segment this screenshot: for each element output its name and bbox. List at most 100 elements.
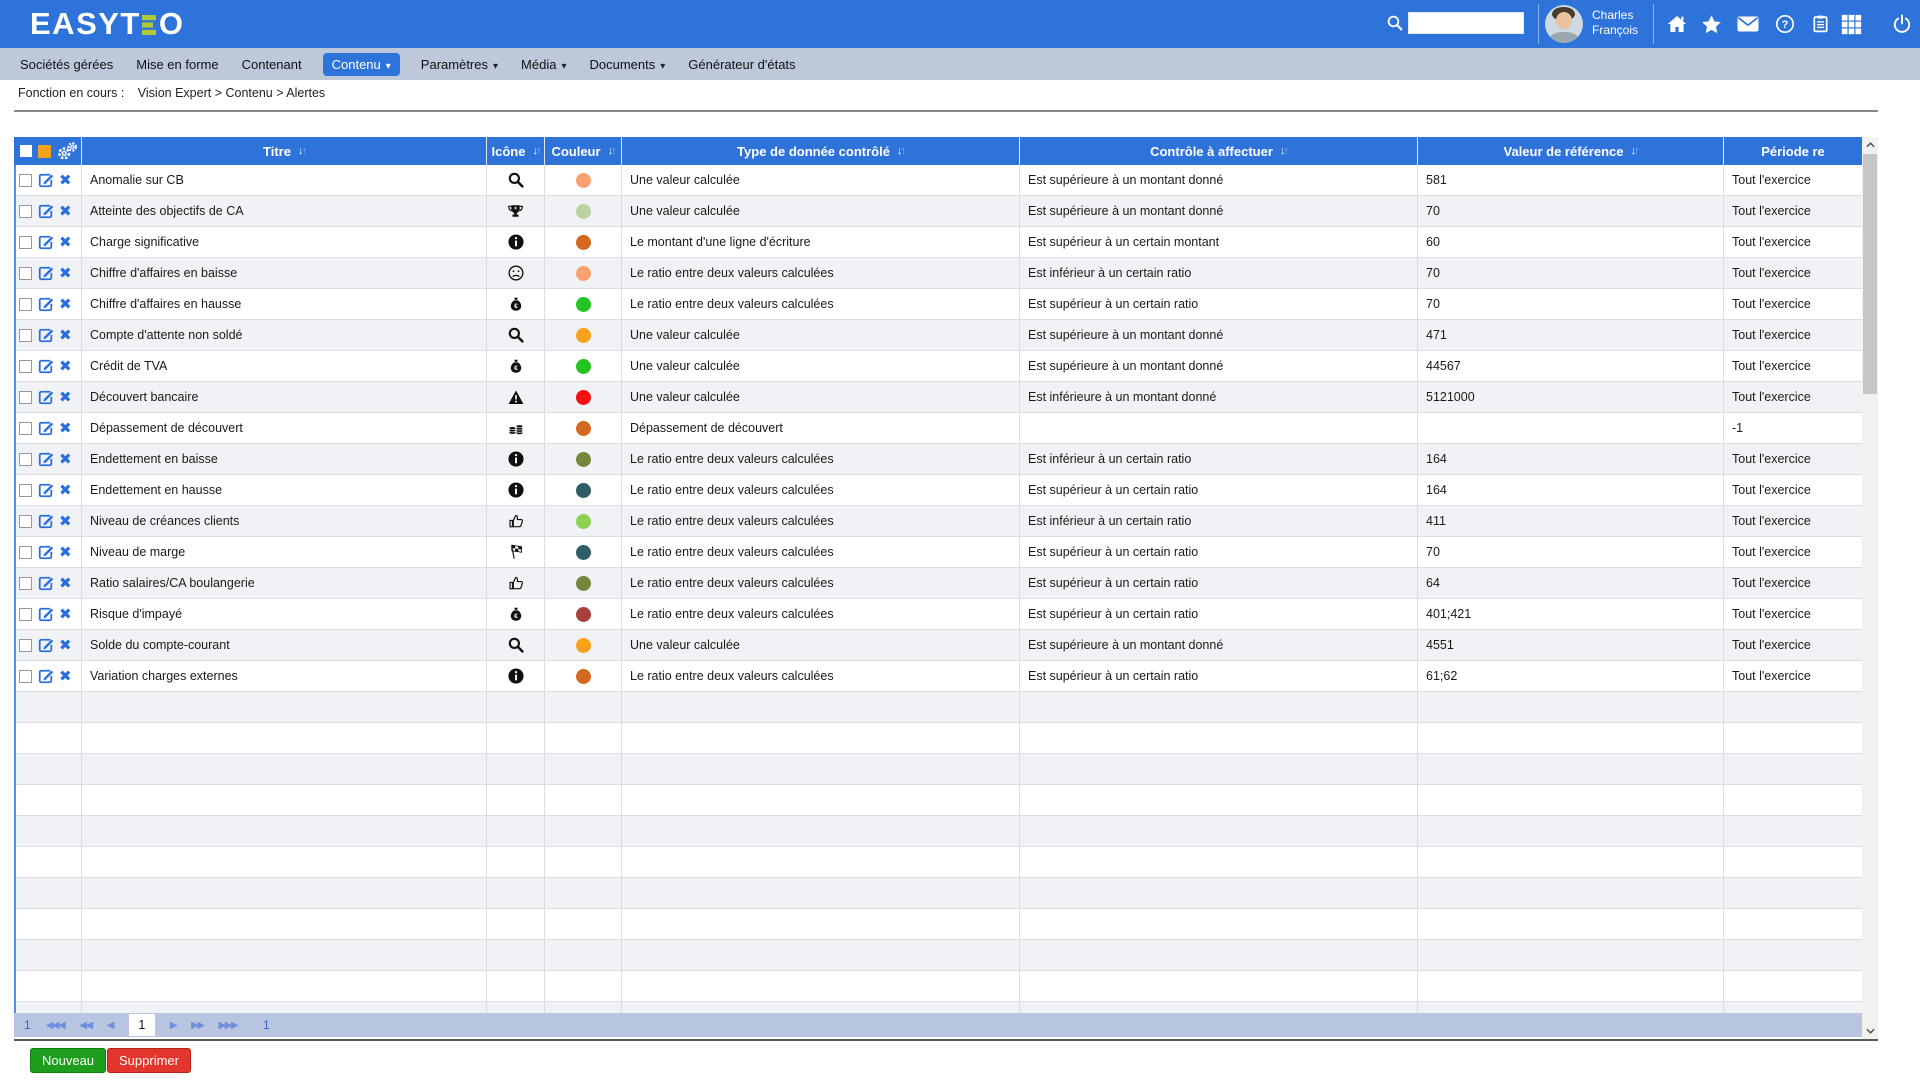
row-checkbox[interactable] [19,205,32,218]
delete-icon[interactable]: ✖ [59,576,72,591]
column-header-periode[interactable]: Période re [1724,137,1862,165]
row-color [545,320,622,350]
edit-icon[interactable] [37,513,54,530]
menu-item-generateur-etats[interactable]: Générateur d'états [686,53,797,76]
delete-icon[interactable]: ✖ [59,452,72,467]
column-header-type-donnee[interactable]: Type de donnée contrôlé↓↑ [622,137,1020,165]
apps-grid-icon[interactable] [1841,0,1862,48]
edit-icon[interactable] [37,606,54,623]
menu-item-mise-en-forme[interactable]: Mise en forme [134,53,220,76]
row-checkbox[interactable] [19,639,32,652]
current-page-box[interactable]: 1 [129,1014,155,1036]
new-button[interactable]: Nouveau [30,1048,106,1073]
delete-icon[interactable]: ✖ [59,204,72,219]
edit-icon[interactable] [37,265,54,282]
column-header-controle[interactable]: Contrôle à affectuer↓↑ [1020,137,1418,165]
row-checkbox[interactable] [19,236,32,249]
row-checkbox[interactable] [19,608,32,621]
edit-icon[interactable] [37,482,54,499]
delete-icon[interactable]: ✖ [59,514,72,529]
edit-icon[interactable] [37,172,54,189]
edit-icon[interactable] [37,389,54,406]
menu-item-media[interactable]: Média [519,53,568,76]
edit-icon[interactable] [37,637,54,654]
delete-icon[interactable]: ✖ [59,359,72,374]
scroll-down-icon[interactable] [1862,1023,1878,1039]
orange-square-icon[interactable] [38,145,51,158]
delete-icon[interactable]: ✖ [59,421,72,436]
edit-icon[interactable] [37,358,54,375]
star-icon[interactable] [1701,0,1722,48]
delete-icon[interactable]: ✖ [59,235,72,250]
delete-icon[interactable]: ✖ [59,545,72,560]
delete-icon[interactable]: ✖ [59,266,72,281]
sort-icon[interactable]: ↓↑ [298,145,305,157]
fast-prev-page-icon[interactable]: ◀◀ [79,1020,91,1031]
delete-icon[interactable]: ✖ [59,638,72,653]
edit-icon[interactable] [37,575,54,592]
row-checkbox[interactable] [19,391,32,404]
edit-icon[interactable] [37,203,54,220]
delete-icon[interactable]: ✖ [59,669,72,684]
search-input[interactable] [1408,12,1524,34]
edit-icon[interactable] [37,420,54,437]
prev-page-icon[interactable]: ◀ [107,1020,113,1031]
column-header-titre[interactable]: Titre↓↑ [82,137,487,165]
edit-icon[interactable] [37,544,54,561]
row-checkbox[interactable] [19,267,32,280]
edit-icon[interactable] [37,668,54,685]
menu-item-societes-gerees[interactable]: Sociétés gérées [18,53,115,76]
column-header-icone[interactable]: Icône↓↑ [487,137,545,165]
help-icon[interactable]: ? [1775,0,1795,48]
sort-icon[interactable]: ↓↑ [1280,145,1287,157]
row-checkbox[interactable] [19,453,32,466]
power-icon[interactable] [1892,0,1912,48]
row-checkbox[interactable] [19,515,32,528]
delete-icon[interactable]: ✖ [59,297,72,312]
go-first-page-icon[interactable]: ◀◀◀ [46,1020,65,1031]
menu-item-parametres[interactable]: Paramètres [419,53,500,76]
delete-icon[interactable]: ✖ [59,390,72,405]
edit-icon[interactable] [37,327,54,344]
edit-icon[interactable] [37,234,54,251]
mail-icon[interactable] [1737,0,1759,48]
delete-icon[interactable]: ✖ [59,607,72,622]
delete-button[interactable]: Supprimer [107,1048,191,1073]
select-all-checkbox[interactable] [20,145,32,157]
sort-icon[interactable]: ↓↑ [1630,145,1637,157]
avatar[interactable] [1545,5,1583,43]
delete-icon[interactable]: ✖ [59,328,72,343]
scrollbar-thumb[interactable] [1863,154,1877,394]
sort-icon[interactable]: ↓↑ [608,145,615,157]
row-checkbox[interactable] [19,360,32,373]
edit-icon[interactable] [37,451,54,468]
row-checkbox[interactable] [19,670,32,683]
column-header-valeur-reference[interactable]: Valeur de référence↓↑ [1418,137,1724,165]
settings-gears-icon[interactable] [57,141,79,161]
next-page-icon[interactable]: ▶ [170,1020,176,1031]
notes-icon[interactable] [1811,0,1830,48]
row-checkbox[interactable] [19,174,32,187]
row-checkbox[interactable] [19,484,32,497]
edit-icon[interactable] [37,296,54,313]
row-checkbox[interactable] [19,422,32,435]
row-checkbox[interactable] [19,577,32,590]
column-header-couleur[interactable]: Couleur↓↑ [545,137,622,165]
menu-item-contenant[interactable]: Contenant [240,53,304,76]
delete-icon[interactable]: ✖ [59,173,72,188]
row-checkbox[interactable] [19,298,32,311]
scroll-up-icon[interactable] [1862,137,1878,153]
sort-icon[interactable]: ↓↑ [532,145,539,157]
menu-item-documents[interactable]: Documents [587,53,667,76]
app-logo[interactable]: EASYT O [30,6,184,42]
empty-cell [487,847,545,877]
row-checkbox[interactable] [19,329,32,342]
sort-icon[interactable]: ↓↑ [897,145,904,157]
fast-next-page-icon[interactable]: ▶▶ [191,1020,203,1031]
delete-icon[interactable]: ✖ [59,483,72,498]
go-last-page-icon[interactable]: ▶▶▶ [218,1020,237,1031]
menu-item-contenu[interactable]: Contenu [323,53,400,76]
row-checkbox[interactable] [19,546,32,559]
vertical-scrollbar[interactable] [1862,137,1878,1039]
home-icon[interactable] [1666,0,1688,48]
